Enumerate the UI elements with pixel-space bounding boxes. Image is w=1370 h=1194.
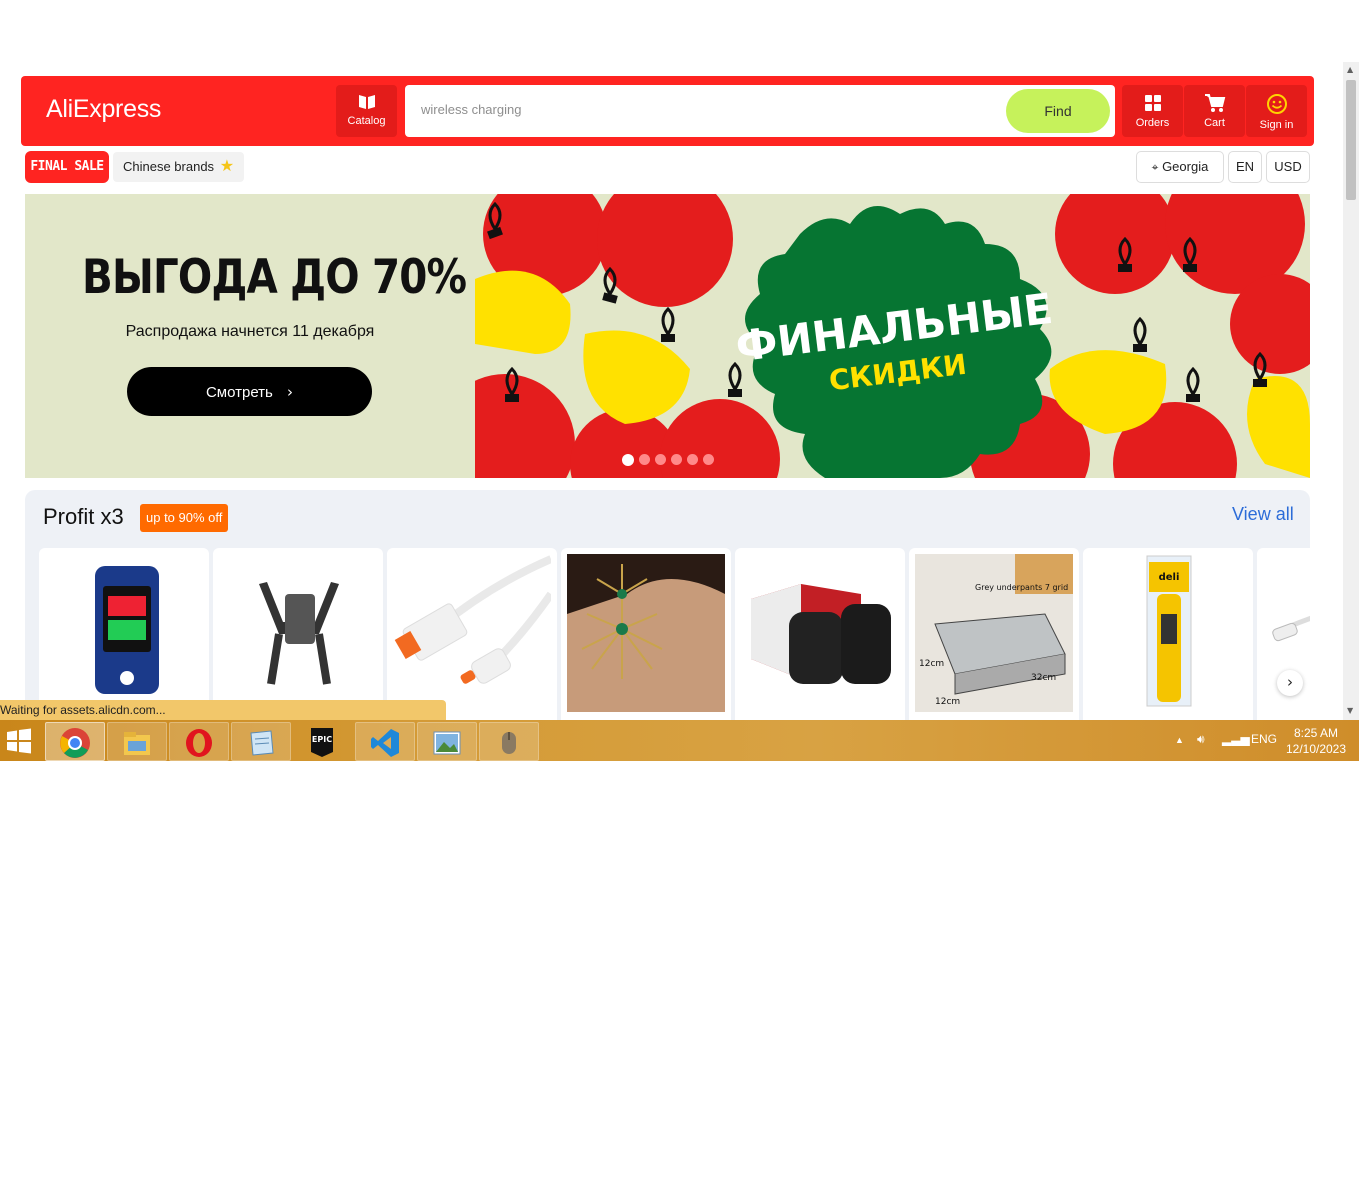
catalog-label: Catalog [347,115,386,127]
chevron-right-icon: › [287,382,294,401]
taskbar-mouse-app[interactable] [479,722,539,761]
taskbar-photos[interactable] [417,722,477,761]
section-title: Profit x3 [43,504,124,529]
cart-button[interactable]: Cart [1184,85,1245,137]
cart-icon [1204,94,1225,112]
taskbar-chrome[interactable] [45,722,105,761]
photos-icon [433,731,461,755]
banner-title: ВЫГОДА ДО 70% [82,250,467,305]
svg-text:EPIC: EPIC [312,735,332,744]
final-sale-link[interactable]: FINAL SALE [25,151,109,183]
orders-label: Orders [1135,117,1170,129]
currency-selector[interactable]: USD [1266,151,1310,183]
opera-icon [186,729,212,757]
site-header: AliExpress Catalog Find Orders Cart [21,76,1314,146]
orders-button[interactable]: Orders [1122,85,1183,137]
product-caption: Grey underpants 7 grid [975,583,1068,592]
promo-banner[interactable]: ВЫГОДА ДО 70% Распродажа начнется 11 дек… [25,194,1310,478]
product-card[interactable] [213,548,383,720]
taskbar-opera[interactable] [169,722,229,761]
taskbar-epic-games[interactable]: EPIC [293,722,351,759]
product-card[interactable]: Grey underpants 7 grid 12cm 32cm 12cm [909,548,1079,720]
banner-button-label: Смотреть [205,383,273,401]
discount-badge: up to 90% off [140,504,229,532]
voltage-tester-pen-icon: deli [1146,555,1192,707]
product-card[interactable] [561,548,731,720]
region-label: Georgia [1162,159,1209,174]
cart-label: Cart [1204,117,1225,129]
catalog-icon [358,95,375,109]
taskbar-vscode[interactable] [355,722,415,761]
vscode-icon [371,729,399,757]
location-pin-icon: ⌖ [1151,160,1159,174]
usb-c-cable-icon [394,555,551,684]
region-selector[interactable]: ⌖ Georgia [1136,151,1224,183]
carousel-dot[interactable] [622,453,634,466]
clock-time: 8:25 AM [1293,726,1339,740]
scroll-down-icon[interactable]: ▼ [1347,706,1353,715]
scroll-up-icon[interactable]: ▲ [1347,65,1353,74]
browser-viewport: AliExpress Catalog Find Orders Cart [0,62,1359,720]
product-dimension: 32cm [1031,673,1056,683]
system-clock[interactable]: 8:25 AM 12/10/2023 [1285,725,1347,757]
product-card[interactable] [735,548,905,720]
file-explorer-icon [124,732,150,755]
aliexpress-logo[interactable]: AliExpress [46,95,161,124]
chinese-brands-label: Chinese brands [123,159,215,174]
product-dimension: 12cm [919,659,944,669]
find-button[interactable]: Find [1006,89,1110,133]
browser-status-bar: Waiting for assets.alicdn.com... [0,700,446,720]
language-selector[interactable]: EN [1228,151,1262,183]
product-card[interactable]: deli [1083,548,1253,720]
search-input[interactable] [419,101,983,118]
smiley-icon [1266,94,1287,114]
scrollbar-thumb[interactable] [1346,80,1356,200]
carousel-dot[interactable] [687,454,698,466]
tray-chevron-up-icon[interactable]: ▲ [1175,735,1184,745]
profit-section: Profit x3 up to 90% off View all Grey un… [25,490,1310,720]
orders-icon [1144,95,1161,111]
carousel-dot[interactable] [639,454,650,466]
carousel-dot[interactable] [655,454,666,466]
carousel-next-button[interactable]: › [1277,670,1303,696]
product-card[interactable] [39,548,209,720]
clock-date: 12/10/2023 [1285,742,1347,756]
carousel-indicators [622,451,719,469]
taskbar-notepad[interactable] [231,722,291,761]
sub-navigation: FINAL SALE Chinese brands ★ ⌖ Georgia EN… [25,150,1310,184]
underwear-organizer-icon: Grey underpants 7 grid 12cm 32cm 12cm [915,554,1073,712]
signin-button[interactable]: Sign in [1246,85,1307,137]
banner-subtitle: Распродажа начнется 11 декабря [125,323,375,340]
notepad-icon [250,730,274,756]
start-button[interactable] [0,722,40,759]
epic-games-icon: EPIC [311,728,333,757]
start-icon [7,728,31,754]
language-indicator[interactable]: ENG [1251,732,1277,746]
signin-label: Sign in [1259,119,1294,131]
christmas-ornaments-artwork: ФИНАЛЬНЫЕ СКИДКИ [475,194,1310,478]
earring-icon [567,554,725,712]
product-card[interactable] [387,548,557,720]
mouse-app-icon [502,732,516,754]
view-all-link[interactable]: View all [1232,504,1294,525]
chrome-icon [60,728,90,758]
carousel-dot[interactable] [703,454,714,466]
search-box: Find [405,85,1115,137]
pulse-oximeter-icon [95,566,159,694]
network-signal-icon[interactable]: ▂▃▅ [1222,732,1250,746]
product-brand: deli [1159,572,1180,583]
chevron-right-icon: › [1287,673,1293,691]
taskbar-file-explorer[interactable] [107,722,167,761]
chinese-brands-link[interactable]: Chinese brands ★ [113,152,245,182]
carousel-dot[interactable] [671,454,682,466]
banner-watch-button[interactable]: Смотреть › [127,367,372,416]
volume-icon[interactable]: 🔊︎ [1197,732,1205,747]
star-icon: ★ [219,158,235,175]
wine-stopper-icon [751,584,891,684]
page-scrollbar[interactable]: ▲ ▼ [1343,62,1359,720]
product-dimension: 12cm [935,697,960,707]
catalog-button[interactable]: Catalog [336,85,397,137]
windows-taskbar: EPIC ▲ 🔊︎ ▂▃▅ ENG 8:25 AM 12/10/2023 [0,720,1359,761]
phone-car-holder-icon [259,582,339,685]
